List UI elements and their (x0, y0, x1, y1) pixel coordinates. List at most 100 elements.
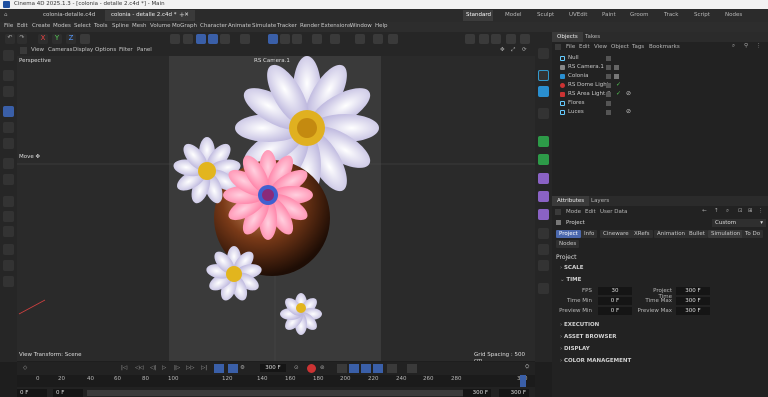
section-color-management[interactable]: › COLOR MANAGEMENT (560, 358, 760, 366)
tab-objects[interactable]: Objects (552, 32, 583, 42)
cube-icon[interactable] (538, 86, 549, 97)
record-icon[interactable]: ⊙ (294, 365, 299, 371)
layout-sculpt[interactable]: Sculpt (537, 12, 554, 18)
playhead[interactable] (520, 375, 526, 387)
enable-axis-icon[interactable] (268, 34, 278, 44)
obj-menu-file[interactable]: File (566, 44, 575, 50)
prev-frame-icon[interactable]: ◁| (150, 365, 156, 371)
volume-icon[interactable] (538, 209, 549, 220)
chip-xrefs[interactable]: XRefs (631, 230, 653, 238)
points-mode-icon[interactable] (220, 34, 230, 44)
search-icon[interactable]: ⌕ (732, 43, 735, 50)
brush-icon[interactable] (3, 244, 14, 255)
disabled-icon[interactable]: ⊘ (626, 90, 631, 97)
viewport-solo-icon[interactable] (388, 34, 398, 44)
chip-bullet[interactable]: Bullet (686, 230, 708, 238)
attributes-menu-icon[interactable] (555, 209, 561, 215)
layer-icon[interactable] (3, 276, 14, 287)
fps-field[interactable]: 30 (598, 287, 632, 295)
attr-menu-mode[interactable]: Mode (566, 209, 581, 215)
menu-animate[interactable]: Animate (228, 23, 251, 29)
key-param-icon[interactable] (373, 364, 383, 373)
end-frame-field[interactable]: 300 F (499, 389, 529, 397)
menu-tracker[interactable]: Tracker (277, 23, 297, 29)
viewport[interactable]: Perspective RS Camera.1 Move ✥ View Tran… (17, 56, 535, 361)
menu-extensions[interactable]: Extensions (321, 23, 351, 29)
go-start-icon[interactable]: |◁ (121, 365, 127, 371)
prev-key-icon[interactable]: ◁◁ (135, 365, 143, 371)
visibility-icon[interactable] (606, 74, 611, 79)
up-icon[interactable]: ↑ (714, 208, 719, 214)
menu-create[interactable]: Create (32, 23, 50, 29)
menu-character[interactable]: Character (200, 23, 227, 29)
bevel-icon[interactable] (3, 174, 14, 185)
attributes-dropdown[interactable]: Custom ▾ (712, 219, 766, 227)
section-time[interactable]: ⌄ TIME (560, 277, 760, 285)
vp-menu-panel[interactable]: Panel (137, 47, 152, 53)
transform-icon[interactable] (280, 34, 290, 44)
menu-help[interactable]: Help (375, 23, 388, 29)
visibility-icon[interactable] (606, 65, 611, 70)
chip-todo[interactable]: To Do (742, 230, 764, 238)
menu-window[interactable]: Window (350, 23, 372, 29)
chip-simulation[interactable]: Simulation (708, 230, 744, 238)
obj-menu-object[interactable]: Object (611, 44, 629, 50)
more-icon[interactable]: ⋮ (756, 43, 762, 49)
orbit-icon[interactable]: ⟳ (522, 47, 527, 53)
visibility-icon[interactable] (606, 56, 611, 61)
visibility-icon[interactable] (606, 83, 611, 88)
chip-cineware[interactable]: Cineware (600, 230, 632, 238)
visibility-icon[interactable] (606, 101, 611, 106)
material-tag-icon[interactable] (614, 74, 619, 79)
generator-icon[interactable] (538, 136, 549, 147)
menu-mograph[interactable]: MoGraph (172, 23, 197, 29)
grid-icon[interactable] (312, 34, 322, 44)
y-axis-icon[interactable]: Y (52, 34, 62, 44)
current-frame-field[interactable]: 300 F (260, 364, 286, 372)
render-settings-icon[interactable] (491, 34, 501, 44)
menu-volume[interactable]: Volume (150, 23, 170, 29)
attr-menu-edit[interactable]: Edit (585, 209, 596, 215)
light-icon[interactable] (538, 260, 549, 271)
cube-outline-icon[interactable] (538, 48, 549, 59)
vp-menu-view[interactable]: View (31, 47, 44, 53)
menu-file[interactable]: File (4, 23, 13, 29)
snap-icon[interactable] (170, 34, 180, 44)
object-mode-icon[interactable] (208, 34, 218, 44)
camera-tag-icon[interactable] (614, 65, 619, 70)
tag-icon[interactable] (538, 283, 549, 294)
filter-icon[interactable]: ⚲ (744, 43, 748, 49)
disabled-icon[interactable]: ⊘ (626, 108, 631, 115)
scene-icon[interactable] (538, 228, 549, 239)
key-rotate-icon[interactable] (349, 364, 359, 373)
menu-spline[interactable]: Spline (112, 23, 129, 29)
rotate-icon[interactable] (3, 122, 14, 133)
attr-menu-userdata[interactable]: User Data (600, 209, 627, 215)
settings-icon[interactable]: ⚙ (240, 365, 245, 371)
object-row[interactable]: Luces ⊘ (552, 108, 768, 117)
dots-icon[interactable] (330, 34, 340, 44)
tab-takes[interactable]: Takes (580, 32, 605, 42)
back-icon[interactable]: ← (702, 208, 707, 214)
timeline-ruler[interactable]: 0 20 40 60 80 100 120 140 160 180 200 22… (17, 375, 535, 387)
layout-track[interactable]: Track (664, 12, 678, 18)
key-selection-icon[interactable]: ⊚ (320, 365, 325, 371)
timeline-config-icon[interactable]: ⛭ (525, 364, 529, 371)
camera-icon[interactable] (538, 244, 549, 255)
object-row[interactable]: Flores (552, 99, 768, 108)
motion-icon[interactable] (407, 364, 417, 373)
keyframe-icon[interactable]: ◇ (23, 365, 27, 371)
snap-grid-icon[interactable] (292, 34, 302, 44)
render-icon[interactable] (479, 34, 489, 44)
vp-menu-cameras[interactable]: Cameras (48, 47, 72, 53)
home-icon[interactable]: ⌂ (4, 12, 8, 18)
live-select-icon[interactable] (3, 86, 14, 97)
new-panel-icon[interactable]: ⊞ (748, 208, 753, 214)
workplane-icon[interactable] (183, 34, 193, 44)
object-row[interactable]: RS Area Light.2 ✓ ⊘ (552, 90, 768, 99)
null-icon[interactable] (538, 70, 549, 81)
field-icon[interactable] (538, 191, 549, 202)
move-icon[interactable] (3, 106, 14, 117)
undo-icon[interactable]: ↶ (5, 34, 15, 44)
layout-paint[interactable]: Paint (602, 12, 616, 18)
